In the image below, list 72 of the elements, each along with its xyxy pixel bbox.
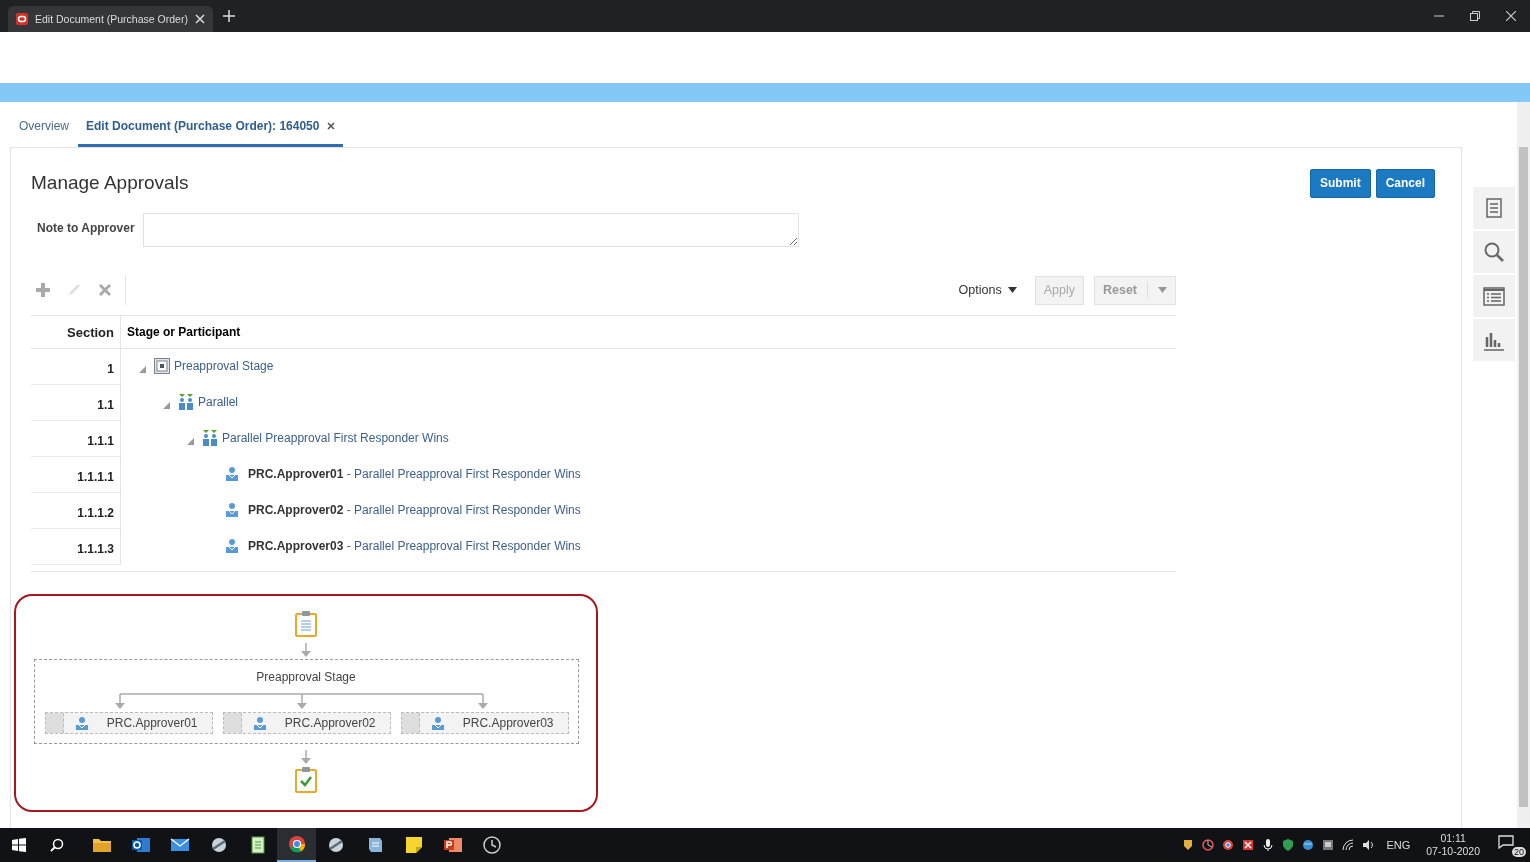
cancel-button[interactable]: Cancel [1375, 168, 1435, 198]
tree-link[interactable]: Preapproval Stage [174, 358, 274, 373]
person-icon [431, 716, 444, 730]
chat-icon [1498, 835, 1514, 849]
microphone-icon[interactable] [1262, 839, 1275, 851]
table-cell: 1.1.1 [31, 421, 121, 457]
page-tab[interactable]: Overview [19, 119, 69, 147]
clipboard-icon [295, 610, 317, 637]
options-menu[interactable]: Options [952, 282, 1023, 298]
column-header: Section [31, 316, 121, 348]
taskbar-app[interactable] [277, 828, 316, 862]
security-icon[interactable] [1282, 839, 1295, 851]
clock-icon [481, 835, 502, 855]
caret-icon [1007, 287, 1017, 293]
clipboard-check-icon [295, 766, 317, 793]
new-tab-icon[interactable] [222, 10, 235, 22]
person-icon [75, 716, 88, 730]
windows-start-icon[interactable] [12, 838, 26, 852]
browser-icon [286, 834, 307, 854]
field-label: Note to Approver [37, 221, 135, 235]
scrollbar[interactable] [1517, 102, 1530, 828]
mail-app-icon [130, 835, 151, 855]
participant-node[interactable]: PRC.Approver02 [222, 712, 391, 734]
slides-icon [442, 835, 463, 855]
expanded-icon[interactable] [187, 437, 194, 445]
people-icon [178, 393, 194, 410]
participant-node[interactable]: PRC.Approver01 [44, 712, 213, 734]
stage-title: Preapproval Stage [256, 670, 356, 684]
language-indicator[interactable]: ENG [1386, 839, 1411, 851]
participant-text: PRC.Approver02 - Parallel Preapproval First Responder Wins [248, 502, 581, 517]
people-icon [202, 429, 218, 446]
table-cell: 1.1.1.1 [31, 457, 121, 493]
page-title: Manage Approvals [31, 172, 189, 194]
table-cell: 1.1.1.3 [31, 529, 121, 565]
taskbar-clock[interactable]: 01:11 07-10-2020 [1426, 832, 1480, 858]
site-icon [16, 13, 28, 25]
shield-icon[interactable] [1182, 839, 1195, 851]
scroll-thumb[interactable] [1519, 147, 1528, 807]
submit-button[interactable]: Submit [1309, 168, 1371, 198]
column-header: Stage or Participant [126, 324, 242, 341]
participant-node[interactable]: PRC.Approver03 [400, 712, 569, 734]
document-icon[interactable] [1483, 197, 1505, 219]
participant-text: PRC.Approver03 - Parallel Preapproval First Responder Wins [248, 538, 581, 553]
arrow [301, 750, 311, 764]
tree-link[interactable]: Parallel [198, 394, 239, 409]
volume-icon[interactable] [1362, 839, 1375, 851]
tree-link[interactable]: Parallel Preapproval First Responder Wins [222, 430, 449, 445]
wifi-icon[interactable] [1342, 839, 1355, 851]
participant-text: PRC.Approver01 - Parallel Preapproval First Responder Wins [248, 466, 581, 481]
search-icon[interactable] [50, 838, 64, 852]
gauge-icon[interactable] [1202, 839, 1215, 851]
tab-title: Edit Document (Purchase Order) [35, 13, 188, 25]
note-field[interactable] [142, 213, 799, 247]
display-icon[interactable] [1322, 839, 1335, 851]
page-tab[interactable]: Edit Document (Purchase Order): 164050 [78, 119, 344, 147]
restore-icon[interactable] [1470, 11, 1480, 21]
list-icon[interactable] [1483, 285, 1505, 307]
globe-icon[interactable] [1302, 839, 1315, 851]
table-cell: 1 [31, 349, 121, 385]
browser-icon[interactable] [1222, 839, 1235, 851]
expanded-icon[interactable] [163, 401, 170, 409]
sticky-note-icon [403, 835, 424, 855]
app-icon[interactable] [1242, 839, 1255, 851]
stage-icon [154, 357, 170, 374]
expanded-icon[interactable] [139, 365, 146, 373]
table-cell: 1.1.1.2 [31, 493, 121, 529]
caret-icon [1158, 287, 1167, 293]
table-cell: 1.1 [31, 385, 121, 421]
person-icon [253, 716, 266, 730]
browser-tab[interactable]: Edit Document (Purchase Order) [8, 6, 213, 32]
close-icon[interactable] [327, 122, 336, 130]
arrow [301, 643, 311, 657]
